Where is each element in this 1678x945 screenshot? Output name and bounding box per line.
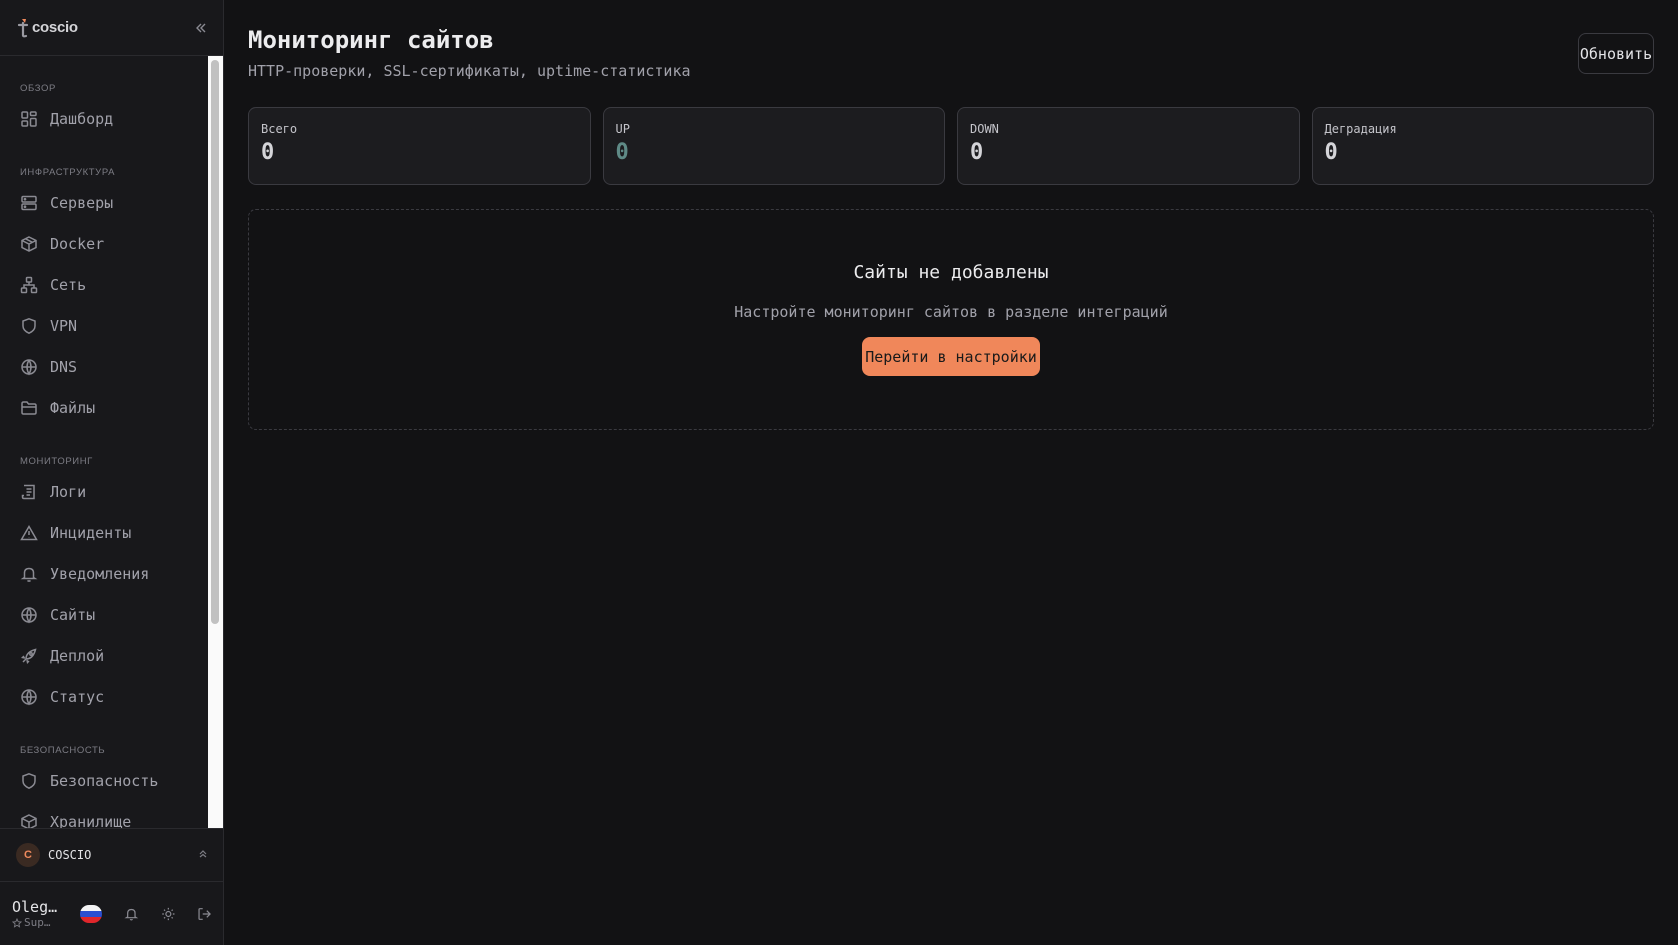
stat-label: UP bbox=[615, 122, 630, 136]
go-to-settings-button[interactable]: Перейти в настройки bbox=[862, 337, 1040, 376]
sidebar-item-dns[interactable]: DNS bbox=[0, 346, 208, 387]
sidebar-item-servers[interactable]: Серверы bbox=[0, 182, 208, 223]
main-content: Мониторинг сайтов HTTP-проверки, SSL-сер… bbox=[224, 0, 1678, 945]
sidebar-item-deploy[interactable]: Деплой bbox=[0, 635, 208, 676]
sidebar-item-label: Уведомления bbox=[50, 564, 150, 583]
sidebar-nav: ОБЗОР Дашборд ИНФРАСТРУКТУРА Серверы Doc… bbox=[0, 56, 208, 828]
sidebar-item-notifications[interactable]: Уведомления bbox=[0, 553, 208, 594]
page-subtitle: HTTP-проверки, SSL-сертификаты, uptime-с… bbox=[248, 62, 691, 80]
grid-icon bbox=[21, 110, 37, 127]
stat-value: 0 bbox=[261, 140, 275, 165]
sidebar-item-status[interactable]: Статус bbox=[0, 676, 208, 717]
sidebar-item-label: Деплой bbox=[50, 646, 105, 665]
logout-icon[interactable] bbox=[197, 906, 212, 922]
user-name: Oleg… bbox=[12, 898, 58, 916]
sidebar-item-label: Безопасность bbox=[50, 771, 159, 790]
sidebar-item-label: Дашборд bbox=[50, 109, 114, 128]
user-panel: Oleg… Sup… bbox=[0, 882, 224, 945]
shield-icon bbox=[22, 317, 36, 334]
sidebar-item-logs[interactable]: Логи bbox=[0, 471, 208, 512]
empty-state: Сайты не добавлены Настройте мониторинг … bbox=[248, 209, 1654, 430]
bell-icon bbox=[20, 567, 38, 582]
sidebar-item-label: Сайты bbox=[50, 605, 96, 624]
stat-card-degraded: Деградация 0 bbox=[1311, 107, 1654, 185]
user-role-label: Sup… bbox=[24, 916, 51, 929]
nav-section-title: БЕЗОПАСНОСТЬ bbox=[20, 745, 106, 756]
sidebar-item-label: Хранилище bbox=[50, 812, 132, 829]
nav-section-title: ИНФРАСТРУКТУРА bbox=[20, 167, 116, 178]
globe-icon bbox=[21, 358, 37, 376]
sidebar-item-label: Статус bbox=[50, 687, 105, 706]
chevron-up-down-icon bbox=[199, 850, 207, 858]
logo-text: coscio bbox=[32, 19, 78, 36]
stat-value: 0 bbox=[615, 140, 629, 165]
sidebar-item-docker[interactable]: Docker bbox=[0, 223, 208, 264]
sidebar-item-label: Файлы bbox=[50, 398, 96, 417]
globe-icon bbox=[21, 688, 37, 706]
org-name: COSCIO bbox=[48, 848, 92, 862]
sun-icon[interactable] bbox=[161, 906, 176, 922]
sidebar-item-incidents[interactable]: Инциденты bbox=[0, 512, 208, 553]
collapse-sidebar-icon[interactable] bbox=[193, 20, 209, 36]
star-icon bbox=[12, 917, 22, 928]
box-icon bbox=[21, 813, 37, 828]
stat-card-up: UP 0 bbox=[602, 107, 945, 185]
sidebar-item-label: VPN bbox=[50, 316, 78, 335]
alert-triangle-icon bbox=[20, 524, 38, 540]
sidebar-item-security[interactable]: Безопасность bbox=[0, 760, 208, 801]
stat-card-total: Всего 0 bbox=[248, 107, 591, 185]
logs-icon bbox=[21, 484, 35, 499]
org-avatar: C bbox=[16, 843, 40, 867]
logo[interactable]: coscio bbox=[16, 17, 78, 39]
box-icon bbox=[21, 235, 37, 252]
sidebar-scrollbar-thumb[interactable] bbox=[211, 60, 219, 624]
sidebar-item-network[interactable]: Сеть bbox=[0, 264, 208, 305]
sidebar-item-label: Сеть bbox=[50, 275, 87, 294]
nav-section-title: ОБЗОР bbox=[20, 83, 56, 94]
sidebar-item-label: Логи bbox=[50, 482, 87, 501]
stat-card-down: DOWN 0 bbox=[957, 107, 1300, 185]
sidebar-header: coscio bbox=[0, 0, 223, 56]
stat-label: Деградация bbox=[1324, 122, 1397, 136]
sidebar-item-dashboard[interactable]: Дашборд bbox=[0, 98, 208, 139]
stat-value: 0 bbox=[970, 140, 984, 165]
nav-section-title: МОНИТОРИНГ bbox=[20, 456, 93, 467]
sidebar: coscio ОБЗОР Дашборд ИНФРАСТРУКТУРА Серв… bbox=[0, 0, 224, 945]
server-icon bbox=[21, 195, 37, 210]
user-info[interactable]: Oleg… Sup… bbox=[12, 898, 60, 929]
page-title: Мониторинг сайтов bbox=[248, 26, 494, 54]
network-icon bbox=[20, 276, 38, 293]
globe-icon bbox=[21, 606, 37, 624]
sidebar-item-storage[interactable]: Хранилище bbox=[0, 801, 208, 828]
stat-value: 0 bbox=[1324, 140, 1338, 165]
sidebar-item-label: Docker bbox=[50, 234, 105, 253]
sidebar-item-label: Серверы bbox=[50, 193, 114, 212]
shield-icon bbox=[22, 772, 36, 789]
empty-state-description: Настройте мониторинг сайтов в разделе ин… bbox=[734, 303, 1168, 321]
folder-icon bbox=[21, 400, 37, 415]
stat-label: DOWN bbox=[970, 122, 999, 136]
sidebar-item-sites[interactable]: Сайты bbox=[0, 594, 208, 635]
rocket-icon bbox=[20, 647, 37, 664]
sidebar-item-label: DNS bbox=[50, 357, 78, 376]
stat-label: Всего bbox=[261, 122, 298, 136]
empty-state-title: Сайты не добавлены bbox=[853, 262, 1049, 283]
refresh-button[interactable]: Обновить bbox=[1578, 33, 1654, 74]
user-role: Sup… bbox=[12, 916, 60, 929]
coscio-logo-icon bbox=[17, 18, 29, 37]
org-switcher[interactable]: C COSCIO bbox=[0, 828, 224, 882]
bell-icon[interactable] bbox=[124, 906, 139, 922]
language-flag-ru-icon[interactable] bbox=[79, 904, 102, 923]
sidebar-scrollbar[interactable] bbox=[208, 56, 223, 828]
stats-row: Всего 0 UP 0 DOWN 0 Деградация 0 bbox=[248, 107, 1654, 185]
sidebar-item-files[interactable]: Файлы bbox=[0, 387, 208, 428]
sidebar-item-vpn[interactable]: VPN bbox=[0, 305, 208, 346]
sidebar-item-label: Инциденты bbox=[50, 523, 132, 542]
